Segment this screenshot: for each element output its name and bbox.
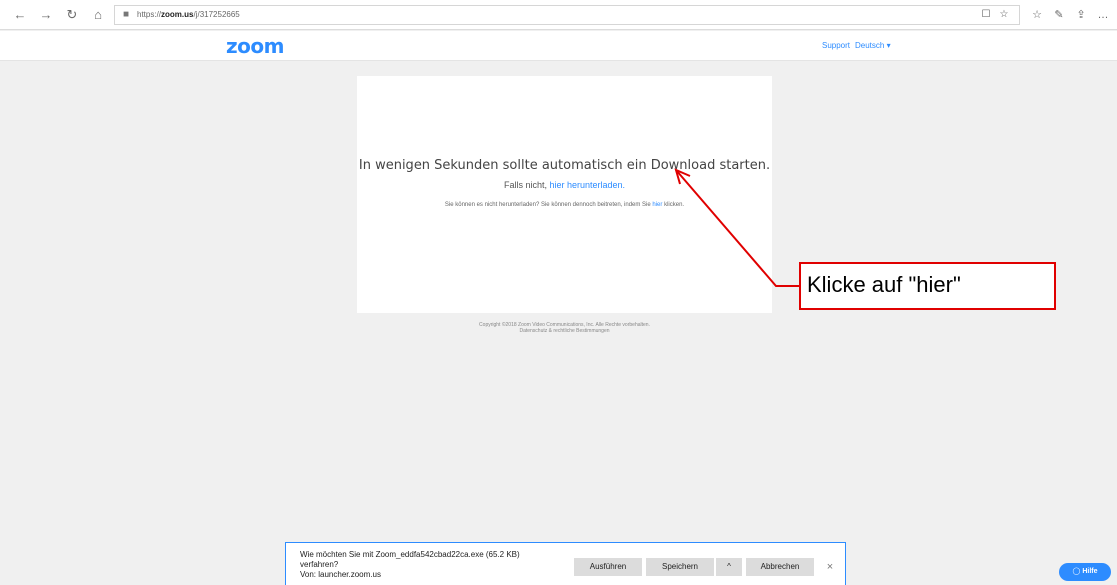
favorites-bar-icon[interactable]: ☆ (1028, 7, 1046, 23)
download-question-line2: verfahren? (300, 560, 339, 569)
chat-bubble-icon: ◯ (1072, 568, 1081, 575)
copyright-footer: Copyright ©2018 Zoom Video Communication… (357, 322, 772, 334)
save-button[interactable]: Speichern (646, 558, 714, 576)
annotation-box: Klicke auf "hier" (799, 262, 1056, 310)
url-text[interactable]: https://zoom.us/j/317252665 (137, 9, 240, 21)
cancel-button[interactable]: Abbrechen (746, 558, 814, 576)
pen-icon[interactable]: ✎ (1050, 7, 1068, 23)
legal-link[interactable]: Datenschutz & rechtliche Bestimmungen (357, 328, 772, 334)
favorite-star-icon[interactable]: ☆ (997, 8, 1011, 22)
lock-icon: ■ (122, 9, 130, 20)
join-suffix: klicken. (662, 202, 685, 208)
language-dropdown[interactable]: Deutsch ▾ (855, 41, 891, 50)
save-options-chevron-icon[interactable]: ^ (716, 558, 742, 576)
download-source: Von: launcher.zoom.us (300, 570, 381, 579)
share-icon[interactable]: ⇪ (1072, 7, 1090, 23)
zoom-header: zoom Support Deutsch ▾ (0, 31, 1117, 61)
support-link[interactable]: Support (822, 41, 850, 50)
url-domain: zoom.us (161, 10, 194, 19)
download-here-link[interactable]: hier herunterladen. (549, 180, 625, 190)
download-question: Wie möchten Sie mit Zoom_eddfa542cbad22c… (300, 550, 570, 580)
close-icon[interactable]: × (822, 558, 838, 576)
address-bar[interactable]: ■ https://zoom.us/j/317252665 ☐ ☆ (114, 5, 1020, 25)
home-icon[interactable]: ⌂ (86, 0, 110, 30)
refresh-icon[interactable]: ↻ (60, 0, 84, 30)
more-icon[interactable]: … (1094, 7, 1112, 23)
download-card: In wenigen Sekunden sollte automatisch e… (357, 76, 772, 313)
fallback-line: Falls nicht, hier herunterladen. (357, 180, 772, 190)
annotation-text: Klicke auf "hier" (807, 272, 961, 297)
join-prefix: Sie können es nicht herunterladen? Sie k… (444, 202, 653, 208)
download-message: In wenigen Sekunden sollte automatisch e… (358, 158, 771, 173)
join-here-link[interactable]: hier (652, 202, 662, 208)
url-prefix: https:// (137, 10, 162, 19)
url-path: /j/317252665 (193, 10, 240, 19)
help-label: Hilfe (1082, 568, 1098, 575)
download-question-line1: Wie möchten Sie mit Zoom_eddfa542cbad22c… (300, 550, 520, 559)
run-button[interactable]: Ausführen (574, 558, 642, 576)
join-line: Sie können es nicht herunterladen? Sie k… (357, 202, 772, 208)
browser-toolbar: ← → ↻ ⌂ ■ https://zoom.us/j/317252665 ☐ … (0, 0, 1117, 30)
zoom-logo[interactable]: zoom (226, 34, 284, 58)
fallback-prefix: Falls nicht, (503, 180, 550, 190)
back-icon[interactable]: ← (8, 0, 32, 30)
download-prompt: Wie möchten Sie mit Zoom_eddfa542cbad22c… (285, 542, 846, 585)
forward-icon[interactable]: → (34, 0, 58, 30)
reading-view-icon[interactable]: ☐ (979, 8, 993, 22)
help-button[interactable]: ◯ Hilfe (1059, 563, 1111, 581)
